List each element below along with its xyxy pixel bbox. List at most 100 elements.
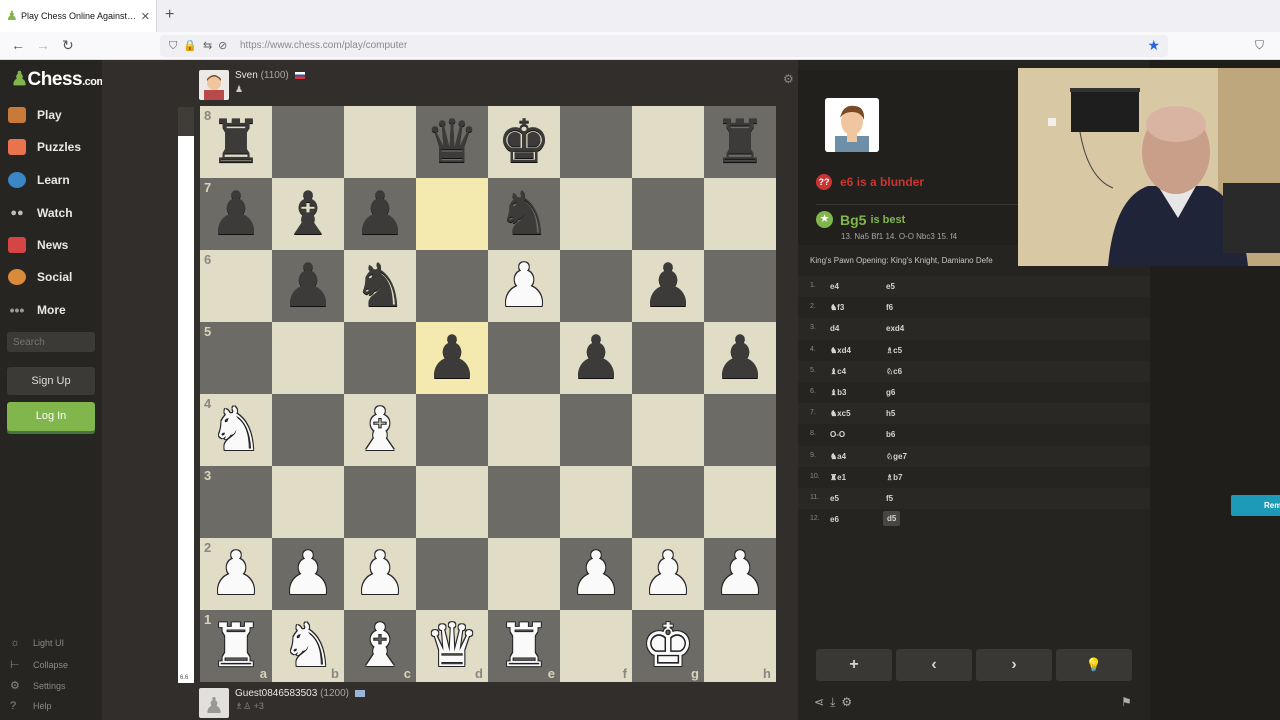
square-h5[interactable]: ♟ — [704, 322, 776, 394]
square-c5[interactable] — [344, 322, 416, 394]
black-move[interactable]: f5 — [886, 494, 893, 503]
square-f6[interactable] — [560, 250, 632, 322]
white-king-icon[interactable]: ♚ — [632, 610, 704, 682]
black-knight-icon[interactable]: ♞ — [344, 250, 416, 322]
hint-lightbulb-button[interactable]: 💡 — [1056, 649, 1132, 681]
white-pawn-icon[interactable]: ♟ — [200, 538, 272, 610]
bot-avatar[interactable] — [199, 70, 229, 100]
square-d8[interactable]: ♛ — [416, 106, 488, 178]
white-pawn-icon[interactable]: ♟ — [704, 538, 776, 610]
square-a3[interactable]: 3 — [200, 466, 272, 538]
chess-board[interactable]: 8 ♜ ♛ ♚ ♜ 7 ♟ ♝ ♟ ♞ 6 ♟ ♞ ♟ ♟ 5 ♟ ♟ ♟ 4 ♞ ♝ 3 2 ♟ ♟ ♟ ♟ ♟ ♟ 1 a ♜ b ♞ c ♝ d ♛ e… — [200, 106, 776, 682]
square-c2[interactable]: ♟ — [344, 538, 416, 610]
white-pawn-icon[interactable]: ♟ — [560, 538, 632, 610]
white-move[interactable]: e6 — [830, 515, 839, 524]
square-f4[interactable] — [560, 394, 632, 466]
light-ui-toggle[interactable]: ☼ Light UI — [10, 637, 64, 649]
square-h2[interactable]: ♟ — [704, 538, 776, 610]
black-move[interactable]: ♗c5 — [886, 346, 902, 355]
white-queen-icon[interactable]: ♛ — [416, 610, 488, 682]
square-e1[interactable]: e ♜ — [488, 610, 560, 682]
black-pawn-icon[interactable]: ♟ — [704, 322, 776, 394]
signup-button[interactable]: Sign Up — [7, 367, 95, 395]
black-move[interactable]: h5 — [886, 409, 895, 418]
black-move[interactable]: ♘c6 — [886, 367, 902, 376]
square-b3[interactable] — [272, 466, 344, 538]
black-pawn-icon[interactable]: ♟ — [632, 250, 704, 322]
download-icon[interactable]: ⤓ — [830, 695, 841, 709]
address-bar[interactable]: ⛉🔒⇆⊘ https://www.chess.com/play/computer… — [160, 35, 1168, 57]
black-move[interactable]: g6 — [886, 388, 895, 397]
bookmark-star-icon[interactable]: ★ — [1147, 37, 1160, 54]
black-knight-icon[interactable]: ♞ — [488, 178, 560, 250]
guest-avatar[interactable]: ♟ — [199, 688, 229, 718]
white-move[interactable]: d4 — [830, 324, 839, 333]
search-input[interactable] — [7, 332, 95, 352]
square-a8[interactable]: 8 ♜ — [200, 106, 272, 178]
square-d2[interactable] — [416, 538, 488, 610]
square-e5[interactable] — [488, 322, 560, 394]
square-f2[interactable]: ♟ — [560, 538, 632, 610]
resign-flag-icon[interactable]: ⚑ — [1121, 695, 1132, 709]
square-e6[interactable]: ♟ — [488, 250, 560, 322]
sidebar-item-learn[interactable]: Learn — [8, 170, 70, 190]
square-e3[interactable] — [488, 466, 560, 538]
square-h1[interactable]: h — [704, 610, 776, 682]
white-move[interactable]: e4 — [830, 282, 839, 291]
white-bishop-icon[interactable]: ♝ — [344, 610, 416, 682]
square-h6[interactable] — [704, 250, 776, 322]
white-move[interactable]: ♜e1 — [830, 473, 846, 482]
square-d1[interactable]: d ♛ — [416, 610, 488, 682]
white-move[interactable]: ♞a4 — [830, 452, 846, 461]
square-e8[interactable]: ♚ — [488, 106, 560, 178]
best-move-feedback[interactable]: ★ Bg5 is best — [816, 211, 905, 228]
black-move[interactable]: exd4 — [886, 324, 904, 333]
remind-button[interactable]: Remi — [1231, 495, 1280, 516]
white-move[interactable]: ♞f3 — [830, 303, 844, 312]
white-move[interactable]: O-O — [830, 430, 845, 439]
black-queen-icon[interactable]: ♛ — [416, 106, 488, 178]
square-g2[interactable]: ♟ — [632, 538, 704, 610]
board-settings-gear-icon[interactable]: ⚙ — [783, 72, 794, 86]
white-move[interactable]: ♞xd4 — [830, 346, 851, 355]
white-move[interactable]: e5 — [830, 494, 839, 503]
black-move[interactable]: e5 — [886, 282, 895, 291]
black-move[interactable]: d5 — [883, 511, 901, 527]
square-h3[interactable] — [704, 466, 776, 538]
settings-gear-icon[interactable]: ⚙ — [841, 695, 858, 709]
square-b6[interactable]: ♟ — [272, 250, 344, 322]
square-c1[interactable]: c ♝ — [344, 610, 416, 682]
new-tab-button[interactable]: + — [165, 6, 174, 24]
square-c4[interactable]: ♝ — [344, 394, 416, 466]
browser-tab[interactable]: ♟ Play Chess Online Against the C ✕ — [0, 0, 157, 32]
square-a1[interactable]: 1 a ♜ — [200, 610, 272, 682]
square-d7[interactable] — [416, 178, 488, 250]
sidebar-item-puzzles[interactable]: Puzzles — [8, 137, 81, 157]
square-d5[interactable]: ♟ — [416, 322, 488, 394]
sidebar-item-news[interactable]: News — [8, 235, 68, 255]
share-icon[interactable]: ⋖ — [814, 695, 830, 709]
white-move[interactable]: ♞xc5 — [830, 409, 851, 418]
help-button[interactable]: ? Help — [10, 700, 52, 712]
square-g3[interactable] — [632, 466, 704, 538]
square-b7[interactable]: ♝ — [272, 178, 344, 250]
black-move[interactable]: b6 — [886, 430, 895, 439]
square-g5[interactable] — [632, 322, 704, 394]
black-rook-icon[interactable]: ♜ — [200, 106, 272, 178]
square-c3[interactable] — [344, 466, 416, 538]
black-move[interactable]: f6 — [886, 303, 893, 312]
white-knight-icon[interactable]: ♞ — [200, 394, 272, 466]
url-text[interactable]: https://www.chess.com/play/computer — [240, 40, 407, 51]
square-b5[interactable] — [272, 322, 344, 394]
black-pawn-icon[interactable]: ♟ — [416, 322, 488, 394]
next-move-button[interactable]: › — [976, 649, 1052, 681]
square-e2[interactable] — [488, 538, 560, 610]
square-c6[interactable]: ♞ — [344, 250, 416, 322]
settings-button[interactable]: ⚙ Settings — [10, 679, 66, 692]
square-a4[interactable]: 4 ♞ — [200, 394, 272, 466]
back-icon[interactable]: ← — [11, 37, 25, 53]
sidebar-item-social[interactable]: Social — [8, 267, 72, 287]
square-g8[interactable] — [632, 106, 704, 178]
square-e7[interactable]: ♞ — [488, 178, 560, 250]
black-pawn-icon[interactable]: ♟ — [344, 178, 416, 250]
